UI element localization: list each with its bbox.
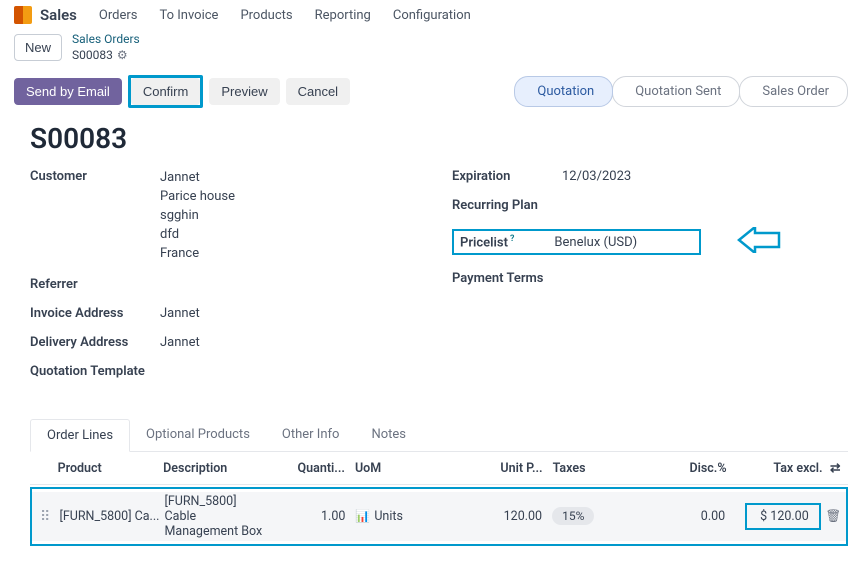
cancel-button[interactable]: Cancel (286, 78, 350, 105)
col-disc[interactable]: Disc.% (627, 461, 737, 476)
tab-optional-products[interactable]: Optional Products (130, 419, 266, 451)
tab-order-lines[interactable]: Order Lines (30, 419, 130, 452)
breadcrumb: Sales Orders S00083 ⚙ (72, 32, 140, 63)
referrer-label: Referrer (30, 277, 160, 292)
gear-icon[interactable]: ⚙ (117, 48, 128, 64)
pricelist-highlight: Pricelist? Benelux (USD) (452, 229, 701, 255)
breadcrumb-current: S00083 (72, 48, 113, 64)
breadcrumb-parent[interactable]: Sales Orders (72, 32, 140, 48)
new-button[interactable]: New (14, 34, 62, 61)
record-title: S00083 (30, 122, 848, 155)
send-by-email-button[interactable]: Send by Email (14, 78, 122, 105)
row-highlight: ⠿ [FURN_5800] Ca... [FURN_5800] Cable Ma… (30, 487, 848, 546)
main-menu: Orders To Invoice Products Reporting Con… (99, 8, 471, 23)
drag-handle-icon[interactable]: ⠿ (40, 509, 50, 525)
app-name: Sales (40, 6, 77, 24)
menu-configuration[interactable]: Configuration (393, 8, 471, 23)
pricelist-value[interactable]: Benelux (USD) (554, 235, 637, 250)
col-description[interactable]: Description (163, 461, 288, 476)
menu-reporting[interactable]: Reporting (315, 8, 371, 23)
table-row[interactable]: ⠿ [FURN_5800] Ca... [FURN_5800] Cable Ma… (32, 492, 846, 541)
col-product[interactable]: Product (56, 461, 164, 476)
confirm-button[interactable]: Confirm (131, 78, 201, 105)
sliders-icon[interactable]: ⇄ (830, 461, 840, 476)
arrow-icon (737, 227, 781, 257)
status-bar: Quotation Quotation Sent Sales Order (515, 76, 848, 107)
confirm-highlight: Confirm (128, 75, 204, 108)
status-quotation-sent[interactable]: Quotation Sent (612, 76, 740, 107)
quotation-template-label: Quotation Template (30, 364, 160, 379)
app-icon (14, 6, 32, 24)
tab-notes[interactable]: Notes (355, 419, 422, 451)
tab-other-info[interactable]: Other Info (266, 419, 356, 451)
col-unit-price[interactable]: Unit P... (425, 461, 552, 476)
cell-tax-excl: $ 120.00 (735, 503, 821, 530)
cell-quantity[interactable]: 1.00 (289, 509, 355, 524)
cell-uom[interactable]: 📊Units (355, 509, 425, 524)
delivery-address-value[interactable]: Jannet (160, 335, 200, 350)
customer-name: Jannet (160, 169, 235, 188)
col-taxes[interactable]: Taxes (553, 461, 627, 476)
menu-to-invoice[interactable]: To Invoice (159, 8, 218, 23)
preview-button[interactable]: Preview (209, 78, 279, 105)
amount-highlight: $ 120.00 (745, 503, 821, 530)
grid-header: Product Description Quanti... UoM Unit P… (30, 452, 848, 485)
expiration-label: Expiration (452, 169, 562, 184)
cell-disc[interactable]: 0.00 (626, 509, 735, 524)
recurring-plan-label: Recurring Plan (452, 198, 562, 213)
cell-product[interactable]: [FURN_5800] Ca... (58, 509, 165, 524)
col-uom[interactable]: UoM (355, 461, 425, 476)
delivery-address-label: Delivery Address (30, 335, 160, 350)
cell-taxes[interactable]: 15% (552, 509, 626, 524)
invoice-address-label: Invoice Address (30, 306, 160, 321)
customer-addr1: Parice house (160, 188, 235, 207)
customer-value[interactable]: Jannet Parice house sgghin dfd France (160, 169, 235, 263)
pricelist-label: Pricelist? (460, 234, 514, 250)
col-tax-excl[interactable]: Tax excl. (737, 461, 823, 476)
status-quotation[interactable]: Quotation (514, 76, 613, 107)
customer-country: France (160, 245, 235, 264)
invoice-address-value[interactable]: Jannet (160, 306, 200, 321)
customer-addr2: sgghin (160, 207, 235, 226)
expiration-value[interactable]: 12/03/2023 (562, 169, 631, 184)
cell-unit-price[interactable]: 120.00 (425, 509, 552, 524)
trash-icon[interactable]: 🗑 (825, 509, 841, 524)
col-quantity[interactable]: Quanti... (288, 461, 355, 476)
menu-products[interactable]: Products (240, 8, 292, 23)
payment-terms-label: Payment Terms (452, 271, 572, 286)
tabs: Order Lines Optional Products Other Info… (30, 419, 848, 452)
menu-orders[interactable]: Orders (99, 8, 138, 23)
cell-description[interactable]: [FURN_5800] Cable Management Box (165, 494, 289, 539)
customer-addr3: dfd (160, 226, 235, 245)
customer-label: Customer (30, 169, 160, 184)
status-sales-order[interactable]: Sales Order (739, 76, 848, 107)
chart-icon: 📊 (355, 509, 370, 523)
help-icon[interactable]: ? (510, 234, 514, 244)
